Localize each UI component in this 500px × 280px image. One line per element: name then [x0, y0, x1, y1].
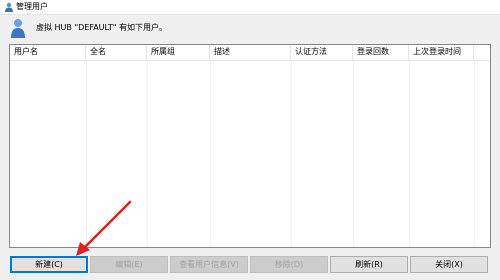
column-divider: [210, 60, 211, 247]
column-divider: [291, 60, 292, 247]
column-header-username[interactable]: 用户名: [10, 45, 86, 60]
column-divider: [147, 60, 148, 247]
header-description: 虚拟 HUB "DEFAULT" 有如下用户。: [36, 23, 167, 32]
title-bar: 管理用户: [0, 0, 500, 15]
manage-users-window: 管理用户 虚拟 HUB "DEFAULT" 有如下用户。 用户名 全名 所属组 …: [0, 0, 500, 280]
column-header-auth-method[interactable]: 认证方法: [291, 45, 353, 60]
column-header-group[interactable]: 所属组: [147, 45, 210, 60]
user-icon: [5, 2, 13, 12]
refresh-button[interactable]: 刷新(R): [330, 256, 408, 273]
column-divider: [409, 60, 410, 247]
window-title: 管理用户: [16, 2, 48, 11]
column-header-last-login[interactable]: 上次登录时间: [409, 45, 474, 60]
column-divider: [353, 60, 354, 247]
list-header: 用户名 全名 所属组 描述 认证方法 登录回数 上次登录时间: [10, 45, 490, 61]
column-divider: [86, 60, 87, 247]
column-divider: [474, 60, 475, 247]
new-button[interactable]: 新建(C): [10, 256, 88, 273]
users-list[interactable]: 用户名 全名 所属组 描述 认证方法 登录回数 上次登录时间: [9, 44, 491, 248]
column-header-login-count[interactable]: 登录回数: [353, 45, 409, 60]
delete-button[interactable]: 移除(D): [250, 256, 328, 273]
close-button[interactable]: 关闭(X): [410, 256, 488, 273]
column-header-fullname[interactable]: 全名: [86, 45, 147, 60]
column-header-description[interactable]: 描述: [210, 45, 291, 60]
view-user-info-button[interactable]: 查看用户信息(V): [170, 256, 248, 273]
user-icon: [11, 19, 25, 38]
edit-button[interactable]: 编辑(E): [90, 256, 168, 273]
